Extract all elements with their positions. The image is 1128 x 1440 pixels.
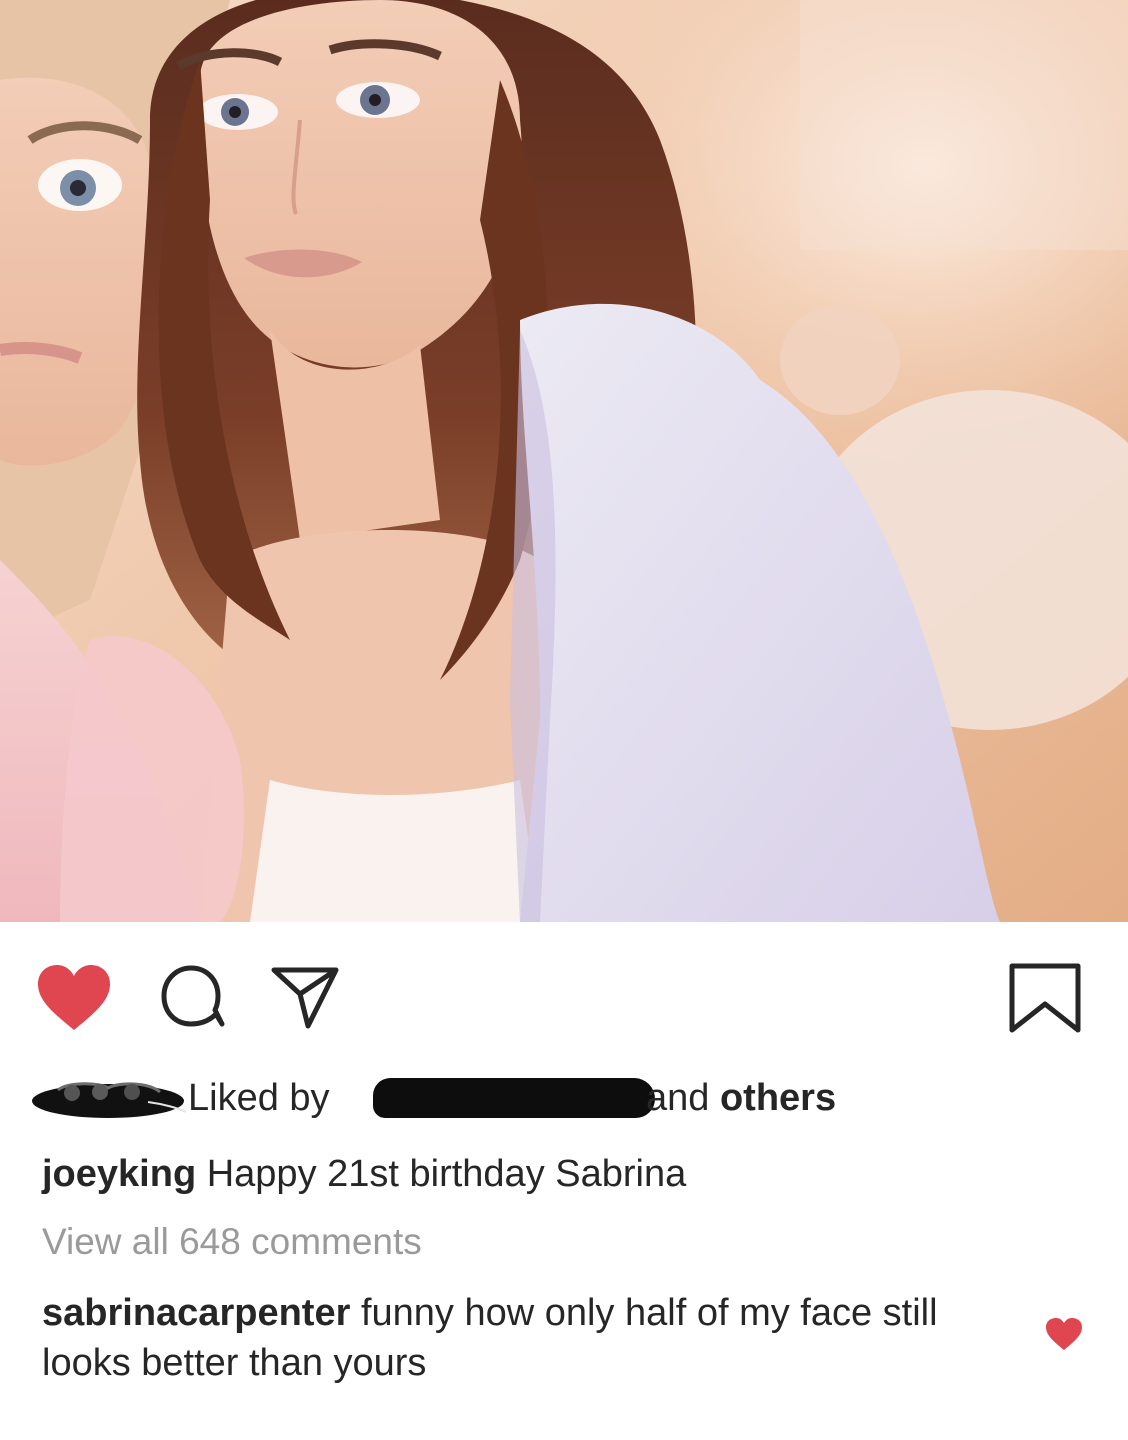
- post-caption: joeyking Happy 21st birthday Sabrina: [42, 1150, 686, 1198]
- instagram-post: Liked by and others joeyking Happy 21st …: [0, 0, 1128, 1440]
- photo-image: [0, 0, 1128, 922]
- heart-filled-icon: [38, 965, 110, 1030]
- redacted-username: [373, 1078, 655, 1118]
- comment: sabrinacarpenter funny how only half of …: [42, 1288, 1002, 1388]
- likes-prefix: Liked by: [188, 1077, 330, 1119]
- save-button[interactable]: [1006, 960, 1084, 1036]
- comment-button[interactable]: [160, 964, 230, 1030]
- caption-username[interactable]: joeyking: [42, 1153, 196, 1195]
- comment-like-button[interactable]: [1044, 1316, 1084, 1352]
- like-button[interactable]: [34, 962, 114, 1034]
- bookmark-icon: [1009, 963, 1081, 1033]
- post-photo[interactable]: [0, 0, 1128, 922]
- caption-text: Happy 21st birthday Sabrina: [206, 1153, 687, 1195]
- comment-username[interactable]: sabrinacarpenter: [42, 1292, 350, 1334]
- likes-suffix: and others: [646, 1074, 836, 1122]
- avatar-stack-icon: [32, 1082, 187, 1118]
- small-heart-icon: [1046, 1318, 1082, 1350]
- likes-others[interactable]: others: [720, 1077, 836, 1119]
- likes-row[interactable]: Liked by and others: [28, 1070, 1028, 1126]
- share-button[interactable]: [270, 964, 340, 1030]
- paper-plane-icon: [271, 967, 339, 1029]
- view-all-comments-link[interactable]: View all 648 comments: [42, 1218, 422, 1266]
- likes-and: and: [646, 1077, 710, 1119]
- action-bar: [0, 950, 1128, 1040]
- comment-bubble-icon: [161, 965, 225, 1027]
- liker-avatars: [28, 1082, 188, 1120]
